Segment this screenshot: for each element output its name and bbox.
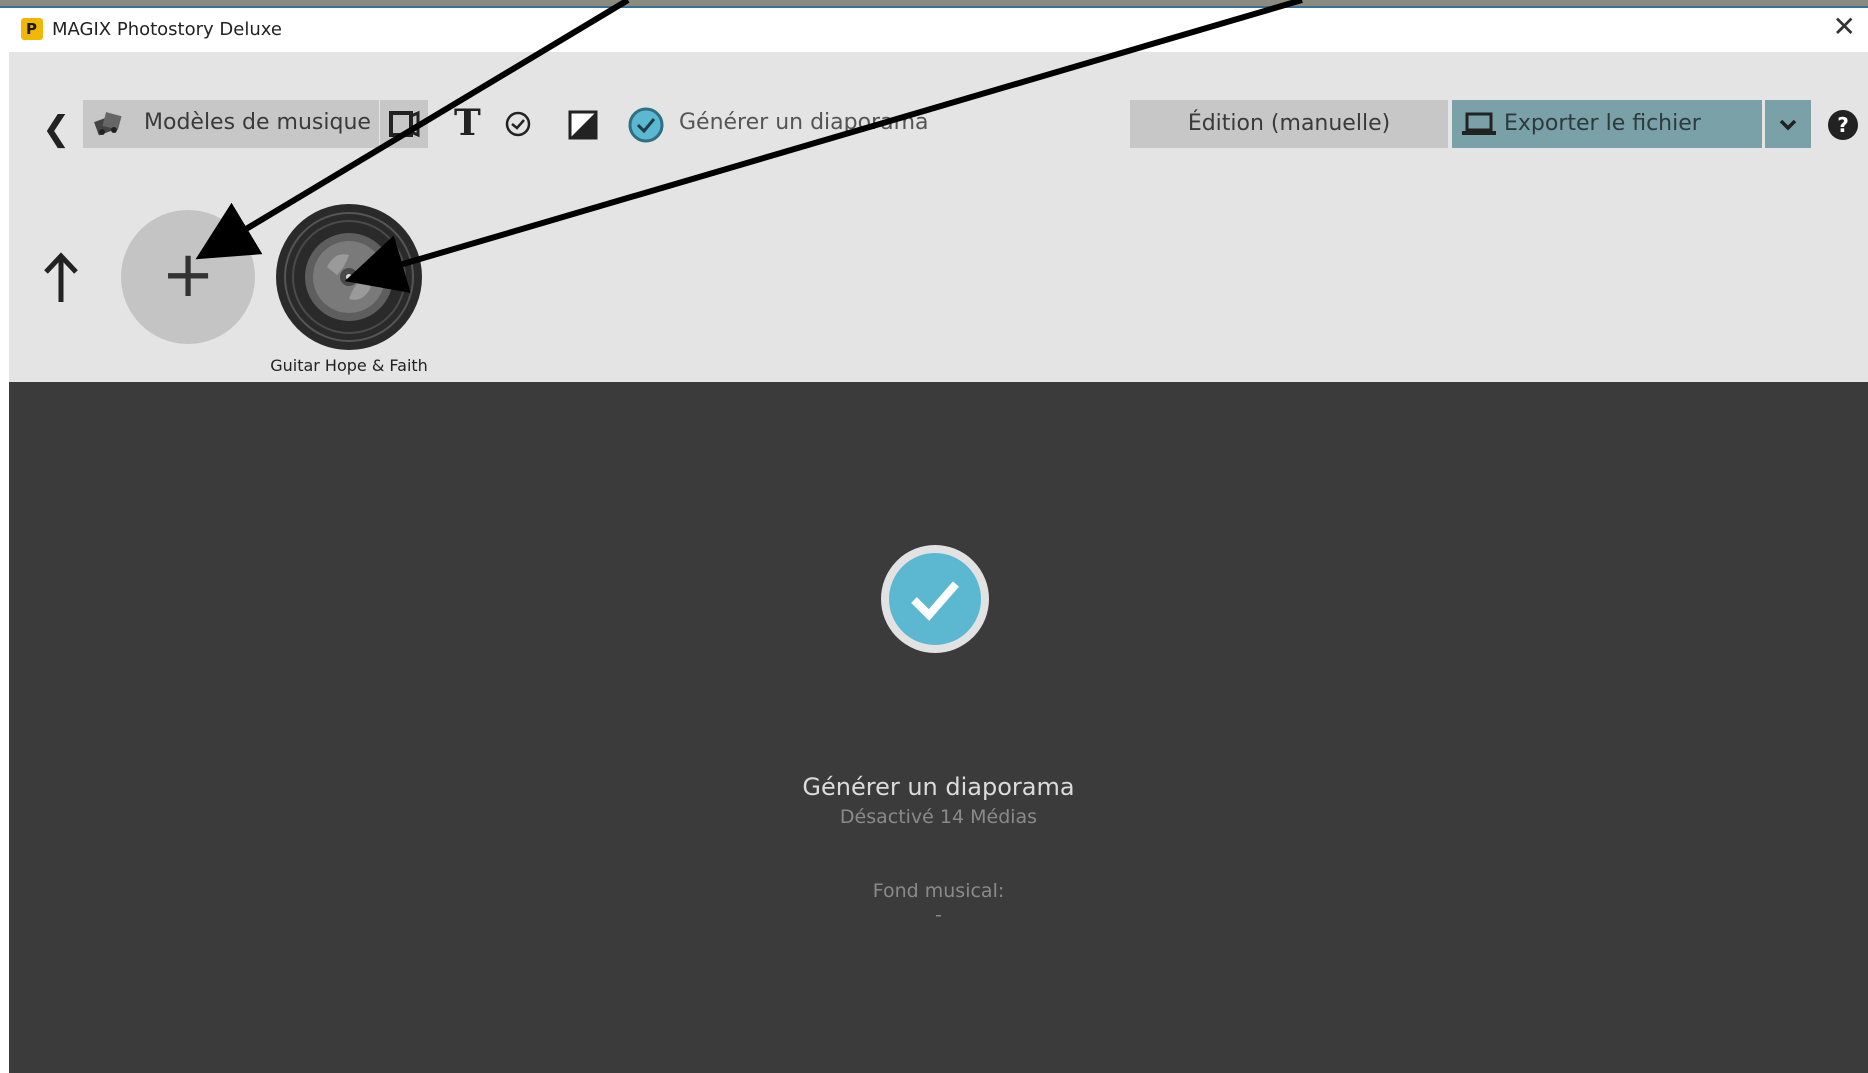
laptop-icon <box>1462 112 1496 135</box>
window-title: MAGIX Photostory Deluxe <box>52 19 282 40</box>
export-dropdown-button[interactable] <box>1765 100 1811 148</box>
clock-icon[interactable] <box>504 110 532 138</box>
help-button[interactable]: ? <box>1828 110 1858 140</box>
preview-panel <box>9 382 1868 1073</box>
close-button[interactable]: ✕ <box>1833 12 1856 42</box>
text-tool-button[interactable]: T <box>454 102 481 144</box>
panel-subtitle: Désactivé 14 Médias <box>839 806 1038 828</box>
generate-slideshow-label[interactable]: Générer un diaporama <box>679 110 929 135</box>
desktop-strip <box>0 0 1868 8</box>
title-bar: P MAGIX Photostory Deluxe ✕ <box>9 8 1868 52</box>
plus-icon: + <box>161 238 215 312</box>
background-music-value: - <box>935 904 942 926</box>
generate-check-icon[interactable] <box>627 106 665 144</box>
transition-tool-button[interactable] <box>380 100 428 148</box>
background-music-label: Fond musical: <box>872 880 1005 902</box>
media-item-label: Guitar Hope & Faith <box>270 356 428 375</box>
music-templates-label: Modèles de musique <box>144 110 371 135</box>
manual-edit-label: Édition (manuelle) <box>1187 111 1391 136</box>
chevron-down-icon <box>1779 119 1797 131</box>
transition-icon <box>389 110 420 138</box>
app-logo-icon: P <box>21 18 43 40</box>
back-button[interactable]: ❮ <box>42 109 72 149</box>
window-edge <box>0 8 9 1073</box>
manual-edit-button[interactable]: Édition (manuelle) <box>1130 100 1448 148</box>
export-file-button[interactable]: Exporter le fichier <box>1452 100 1762 148</box>
add-music-button[interactable]: + <box>121 210 255 344</box>
color-correction-icon[interactable] <box>568 110 598 140</box>
music-templates-button[interactable]: Modèles de musique <box>83 100 379 148</box>
up-arrow-icon[interactable] <box>41 250 81 306</box>
big-check-icon <box>881 545 989 653</box>
export-file-label: Exporter le fichier <box>1504 111 1701 136</box>
music-disc-icon[interactable] <box>275 203 423 351</box>
music-templates-icon <box>94 112 122 136</box>
toolbar-area: ❮ Modèles de musique T Générer un diapor… <box>9 52 1868 382</box>
panel-title: Générer un diaporama <box>802 773 1075 801</box>
